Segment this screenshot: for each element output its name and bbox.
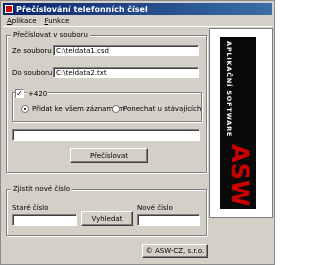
new-number-label: Nové číslo [137, 204, 173, 212]
window-title: Přečíslování telefonních čísel [16, 4, 148, 14]
asw-logo: APLIKAČNÍ SOFTWARE ASW [209, 28, 273, 218]
title-bar: Přečíslování telefonních čísel [3, 3, 272, 15]
old-number-input[interactable] [12, 214, 77, 226]
logo-tagline: APLIKAČNÍ SOFTWARE [225, 41, 234, 137]
find-button[interactable]: Vyhledat [81, 211, 133, 226]
radio-keep-existing-label: Ponechat u stávajících [123, 105, 202, 113]
app-icon [5, 5, 13, 13]
menu-funkce[interactable]: Funkce [41, 17, 74, 25]
old-number-label: Staré číslo [12, 204, 49, 212]
asw-logo-graphic: APLIKAČNÍ SOFTWARE ASW [220, 37, 256, 209]
dest-file-input[interactable]: C:\teldata2.txt [53, 67, 199, 78]
logo-brand: ASW [226, 144, 254, 206]
radio-add-all[interactable] [21, 105, 29, 113]
menu-bar: Aplikace Funkce [3, 15, 272, 27]
dest-file-label: Do souboru [12, 69, 53, 77]
source-file-label: Ze souboru [12, 47, 52, 55]
progress-field [12, 129, 200, 141]
find-group-legend: Zjistit nové číslo [11, 185, 73, 193]
copyright-button[interactable]: © ASW-CZ, s.r.o. [142, 244, 208, 258]
radio-keep-existing[interactable] [112, 105, 120, 113]
prefix-checkbox-label: +420 [27, 90, 49, 98]
menu-aplikace[interactable]: Aplikace [3, 17, 41, 25]
renumber-button[interactable]: Přečíslovat [70, 148, 148, 163]
main-window: Přečíslování telefonních čísel Aplikace … [0, 0, 275, 265]
renumber-group-legend: Přečíslovat v souboru [11, 31, 90, 39]
source-file-input[interactable]: C:\teldata1.csd [53, 45, 199, 56]
prefix-checkbox[interactable]: ✓ [15, 89, 24, 98]
new-number-input[interactable] [137, 214, 200, 226]
radio-add-all-label: Přidat ke všem záznamům [32, 105, 125, 113]
